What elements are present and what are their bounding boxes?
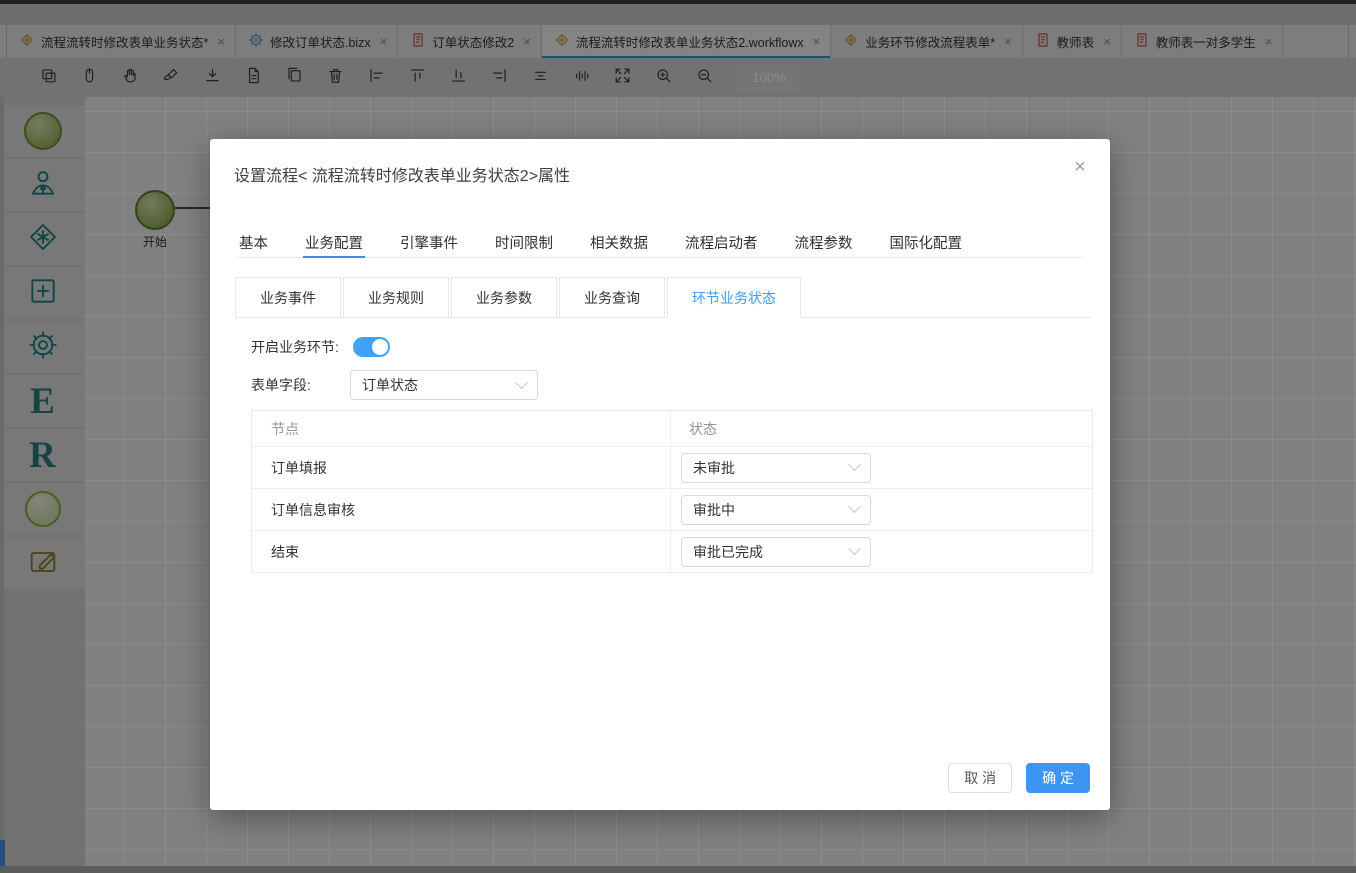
node-cell: 订单填报 — [252, 447, 671, 488]
dialog-tab[interactable]: 流程参数 — [793, 227, 855, 257]
chevron-down-icon — [848, 458, 861, 471]
status-cell: 审批中 — [671, 495, 1092, 525]
toggle-knob — [372, 339, 388, 355]
dialog-tab[interactable]: 相关数据 — [588, 227, 650, 257]
node-cell: 订单信息审核 — [252, 489, 671, 530]
dialog-tab[interactable]: 时间限制 — [493, 227, 555, 257]
table-row: 订单信息审核 审批中 — [252, 489, 1092, 531]
column-header-node: 节点 — [252, 411, 671, 446]
close-icon[interactable]: × — [1068, 155, 1092, 179]
status-select[interactable]: 审批已完成 — [681, 537, 871, 567]
chevron-down-icon — [515, 376, 528, 389]
process-properties-dialog: 设置流程< 流程流转时修改表单业务状态2>属性 × 基本 业务配置 引擎事件 时间限制… — [210, 139, 1110, 810]
cancel-button[interactable]: 取 消 — [948, 763, 1012, 793]
dialog-tab[interactable]: 业务配置 — [303, 227, 365, 257]
form-field-select[interactable]: 订单状态 — [350, 370, 538, 400]
table-row: 订单填报 未审批 — [252, 447, 1092, 489]
form-field-label: 表单字段: — [251, 375, 350, 395]
form-field-row: 表单字段: 订单状态 — [251, 370, 1091, 400]
status-cell: 未审批 — [671, 453, 1092, 483]
subtab[interactable]: 业务规则 — [343, 277, 449, 318]
node-status-table: 节点 状态 订单填报 未审批订单信息审核 审批中结束 审批已完成 — [251, 410, 1093, 573]
dialog-tab[interactable]: 国际化配置 — [888, 227, 965, 257]
status-select-value: 未审批 — [693, 458, 735, 478]
subtab[interactable]: 业务事件 — [235, 277, 341, 318]
subtab[interactable]: 业务查询 — [559, 277, 665, 318]
node-cell: 结束 — [252, 531, 671, 572]
node-business-status-panel: 开启业务环节: 表单字段: 订单状态 节点 状态 订单填报未审批订单信息审核审批… — [251, 336, 1091, 573]
status-select-value: 审批中 — [693, 500, 735, 520]
dialog-title: 设置流程< 流程流转时修改表单业务状态2>属性 — [234, 162, 570, 186]
subtab[interactable]: 环节业务状态 — [667, 277, 801, 318]
dialog-footer: 取 消 确 定 — [948, 763, 1090, 793]
status-select-value: 审批已完成 — [693, 542, 763, 562]
column-header-status: 状态 — [671, 419, 1092, 439]
confirm-button[interactable]: 确 定 — [1026, 763, 1090, 793]
status-cell: 审批已完成 — [671, 537, 1092, 567]
form-field-select-value: 订单状态 — [362, 375, 418, 395]
table-header-row: 节点 状态 — [252, 411, 1092, 447]
enable-business-node-row: 开启业务环节: — [251, 336, 1091, 357]
toggle-label: 开启业务环节: — [251, 337, 339, 357]
dialog-tab[interactable]: 流程启动者 — [683, 227, 760, 257]
dialog-tab[interactable]: 引擎事件 — [398, 227, 460, 257]
enable-business-node-toggle[interactable] — [353, 337, 390, 357]
dialog-tab-bar: 基本 业务配置 引擎事件 时间限制 相关数据 流程启动者 流程参数 国际化配置 — [237, 227, 1083, 258]
business-config-subtabs: 业务事件业务规则业务参数业务查询环节业务状态 — [235, 277, 803, 318]
status-select[interactable]: 审批中 — [681, 495, 871, 525]
subtab[interactable]: 业务参数 — [451, 277, 557, 318]
chevron-down-icon — [848, 500, 861, 513]
status-select[interactable]: 未审批 — [681, 453, 871, 483]
table-row: 结束 审批已完成 — [252, 531, 1092, 573]
dialog-tab[interactable]: 基本 — [237, 227, 270, 257]
chevron-down-icon — [848, 542, 861, 555]
